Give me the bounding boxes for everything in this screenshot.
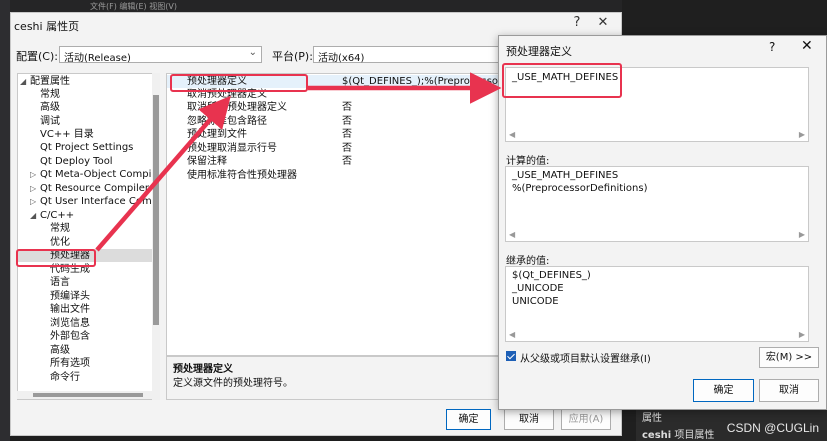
property-value[interactable]: 否 (342, 101, 352, 114)
tree-item-vc-dirs[interactable]: VC++ 目录 (40, 128, 94, 141)
tree-item-cpp-advanced[interactable]: 高级 (50, 344, 70, 357)
tree-item-qt-rcc[interactable]: ▷ Qt Resource Compiler (30, 182, 149, 195)
property-value[interactable]: 否 (342, 115, 352, 128)
computed-hscrollbar[interactable]: ◀ ▶ (506, 229, 808, 241)
tree-item-output-files[interactable]: 输出文件 (50, 303, 90, 316)
highlight-tree-preprocessor (16, 249, 96, 267)
ok-button[interactable]: 确定 (693, 379, 754, 402)
platform-label: 平台(P): (272, 50, 313, 63)
tree-item-qt-project-settings[interactable]: Qt Project Settings (40, 141, 133, 154)
tree-item-advanced[interactable]: 高级 (40, 101, 60, 114)
inherited-value-line: UNICODE (512, 296, 559, 307)
expand-arrow-icon[interactable]: ▷ (30, 168, 40, 181)
platform-select[interactable]: 活动(x64) (313, 46, 503, 64)
tree-item-cpp-general[interactable]: 常规 (50, 222, 70, 235)
inherited-hscrollbar[interactable]: ◀ ▶ (506, 329, 808, 341)
category-tree[interactable]: ◢ 配置属性 常规 高级 调试 VC++ 目录 Qt Project Settin… (17, 73, 158, 400)
close-button[interactable]: ✕ (801, 38, 813, 54)
tree-item-qt-deploy-tool[interactable]: Qt Deploy Tool (40, 155, 113, 168)
help-button[interactable]: ? (769, 40, 775, 54)
tree-item-command-line[interactable]: 命令行 (50, 371, 80, 384)
ide-project-name: ceshi (642, 430, 672, 441)
tree-hscroll-thumb[interactable] (33, 393, 143, 397)
expand-arrow-icon[interactable]: ▷ (30, 195, 40, 208)
inherited-values-box: $(Qt_DEFINES_) _UNICODE UNICODE ◀ ▶ (505, 266, 809, 342)
ide-properties-title: 属性 (642, 413, 662, 424)
ide-project-suffix: 项目属性 (671, 430, 715, 441)
expand-arrow-icon[interactable]: ◢ (30, 209, 40, 222)
scroll-right-icon[interactable]: ▶ (799, 330, 805, 339)
property-name: 保留注释 (187, 156, 227, 167)
tree-item-qt-moc[interactable]: ▷ Qt Meta-Object Compil (30, 168, 154, 181)
property-value[interactable]: 否 (342, 155, 352, 168)
computed-value-line: %(PreprocessorDefinitions) (512, 183, 648, 194)
config-label: 配置(C): (16, 50, 58, 63)
computed-values-label: 计算的值: (506, 156, 550, 167)
scroll-left-icon[interactable]: ◀ (509, 130, 515, 139)
tree-item-debugging[interactable]: 调试 (40, 115, 60, 128)
inherited-value-line: _UNICODE (512, 283, 564, 294)
property-value[interactable]: $(Qt_DEFINES_);%(PreprocessorDef (342, 75, 520, 88)
tree-item-cpp-optimization[interactable]: 优化 (50, 236, 70, 249)
inherit-checkbox[interactable] (506, 351, 516, 361)
scroll-right-icon[interactable]: ▶ (799, 230, 805, 239)
expand-arrow-icon[interactable]: ▷ (30, 182, 40, 195)
ide-properties-subtitle: ceshi 项目属性 (642, 426, 714, 441)
computed-values-box: _USE_MATH_DEFINES %(PreprocessorDefiniti… (505, 166, 809, 242)
highlight-edit-box (502, 63, 622, 98)
config-select-value: 活动(Release) (64, 53, 131, 64)
config-select[interactable]: 活动(Release) ⌄ (59, 46, 262, 64)
tree-horizontal-scrollbar[interactable] (17, 391, 158, 399)
expand-arrow-icon[interactable]: ◢ (20, 75, 30, 88)
ok-button[interactable]: 确定 (446, 409, 491, 430)
property-name: 使用标准符合性预处理器 (187, 170, 297, 181)
ide-left-strip (0, 0, 10, 441)
tree-item-browse-info[interactable]: 浏览信息 (50, 317, 90, 330)
dialog-title: 预处理器定义 (506, 45, 572, 58)
inherit-checkbox-label[interactable]: 从父级或项目默认设置继承(I) (520, 350, 651, 365)
tree-item-qt-uic[interactable]: ▷ Qt User Interface Compi (30, 195, 157, 208)
scroll-left-icon[interactable]: ◀ (509, 330, 515, 339)
property-name: 忽略标准包含路径 (187, 116, 267, 127)
tree-item-general[interactable]: 常规 (40, 88, 60, 101)
tree-item-external-includes[interactable]: 外部包含 (50, 330, 90, 343)
close-button[interactable]: ✕ (593, 15, 613, 30)
tree-item-cpp[interactable]: ◢ C/C++ (30, 209, 74, 222)
property-value[interactable]: 否 (342, 128, 352, 141)
tree-item-config-props[interactable]: ◢ 配置属性 (20, 75, 70, 88)
property-value[interactable]: 否 (342, 142, 352, 155)
inherited-value-line: $(Qt_DEFINES_) (512, 270, 591, 281)
inherited-values-label: 继承的值: (506, 256, 550, 267)
property-name: 预处理取消显示行号 (187, 143, 277, 154)
macros-button[interactable]: 宏(M) >> (759, 347, 819, 368)
scroll-right-icon[interactable]: ▶ (799, 130, 805, 139)
help-button[interactable]: ? (567, 15, 587, 30)
cancel-button[interactable]: 取消 (759, 379, 819, 402)
description-text: 定义源文件的预处理符号。 (173, 378, 293, 389)
platform-select-value: 活动(x64) (318, 53, 365, 64)
computed-value-line: _USE_MATH_DEFINES (512, 170, 619, 181)
chevron-down-icon: ⌄ (248, 47, 257, 58)
tree-item-all-options[interactable]: 所有选项 (50, 357, 90, 370)
apply-button[interactable]: 应用(A) (561, 409, 611, 430)
tree-item-language[interactable]: 语言 (50, 276, 70, 289)
watermark: CSDN @CUGLin (726, 421, 819, 435)
scroll-left-icon[interactable]: ◀ (509, 230, 515, 239)
tree-vertical-scrollbar[interactable] (152, 73, 160, 400)
tree-vscroll-thumb[interactable] (153, 95, 159, 325)
property-name: 预处理到文件 (187, 129, 247, 140)
ide-menu-text: 文件(F) 编辑(E) 视图(V) (90, 2, 177, 11)
cancel-button[interactable]: 取消 (504, 409, 554, 430)
highlight-preprocessor-definitions (170, 74, 308, 92)
dialog-title: ceshi 属性页 (14, 20, 80, 33)
tree-item-precompiled-headers[interactable]: 预编译头 (50, 290, 90, 303)
edit-hscrollbar[interactable]: ◀ ▶ (506, 129, 808, 141)
property-name: 取消所有预处理器定义 (187, 102, 287, 113)
description-title: 预处理器定义 (173, 364, 233, 375)
